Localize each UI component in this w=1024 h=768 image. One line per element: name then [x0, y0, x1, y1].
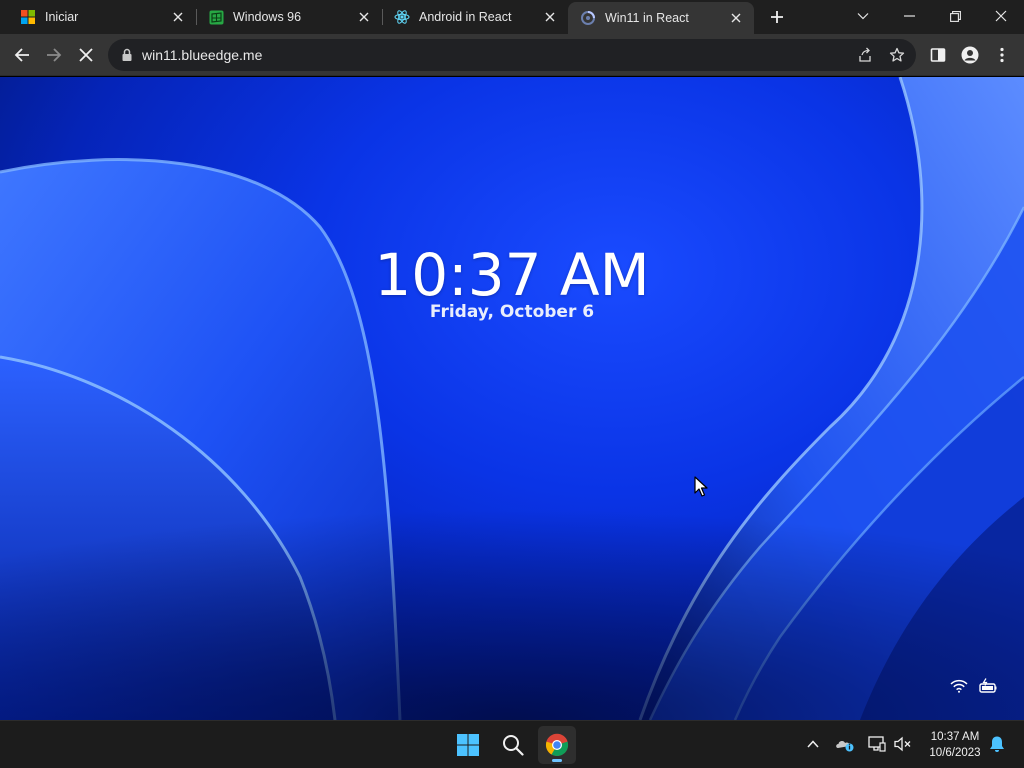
arrow-right-icon: [47, 48, 62, 62]
avatar-icon: [961, 46, 979, 64]
tab-windows-96[interactable]: Windows 96: [196, 0, 382, 34]
tab-title: Win11 in React: [605, 11, 689, 25]
onedrive-info-icon: [836, 741, 854, 752]
show-hidden-icons-button[interactable]: [802, 733, 824, 755]
battery-charging-icon: [977, 675, 999, 697]
chevron-up-icon: [807, 740, 819, 748]
react-icon: [394, 9, 410, 25]
windows96-icon: [208, 9, 224, 25]
close-icon[interactable]: [728, 10, 744, 26]
bloom-wallpaper: [0, 77, 1024, 720]
forward-button[interactable]: [40, 41, 68, 69]
stop-loading-button[interactable]: [72, 41, 100, 69]
chevron-down-icon: [857, 13, 869, 20]
taskbar-date: 10/6/2023: [929, 747, 981, 759]
close-icon[interactable]: [170, 9, 186, 25]
start-button[interactable]: [449, 726, 487, 764]
win11-lock-screen[interactable]: 10:37 AM Friday, October 6: [0, 77, 1024, 720]
tab-title: Iniciar: [45, 10, 79, 24]
close-icon: [79, 48, 93, 62]
close-window-button[interactable]: [978, 0, 1024, 32]
win11-taskbar: 10:37 AM 10/6/2023: [0, 720, 1024, 768]
taskbar-clock[interactable]: 10:37 AM 10/6/2023: [920, 729, 990, 761]
more-vertical-icon: [1000, 47, 1004, 63]
share-icon: [859, 47, 871, 62]
network-tray-button[interactable]: [866, 733, 888, 755]
chrome-icon: [545, 733, 569, 757]
volume-muted-icon: [894, 736, 911, 752]
close-icon[interactable]: [542, 9, 558, 25]
browser-tab-strip: Iniciar Windows 96 Android in React Win1…: [0, 0, 1024, 34]
close-icon[interactable]: [356, 9, 372, 25]
lock-screen-time: 10:37 AM: [374, 241, 650, 309]
restore-button[interactable]: [932, 0, 978, 32]
profile-button[interactable]: [956, 41, 984, 69]
volume-tray-button[interactable]: [892, 733, 914, 755]
windows-logo-icon: [20, 9, 36, 25]
browser-menu-button[interactable]: [988, 41, 1016, 69]
star-icon: [889, 47, 905, 62]
taskbar-time: 10:37 AM: [930, 731, 980, 743]
windows-start-icon: [457, 734, 479, 756]
address-url: win11.blueedge.me: [142, 47, 263, 63]
restore-icon: [949, 10, 961, 22]
tab-search-button[interactable]: [840, 0, 886, 32]
network-wired-icon: [868, 736, 886, 752]
notifications-button[interactable]: [986, 733, 1008, 755]
bookmark-button[interactable]: [886, 44, 908, 66]
search-button[interactable]: [494, 726, 532, 764]
mouse-cursor-icon: [694, 476, 708, 497]
minimize-icon: [903, 15, 915, 17]
side-panel-button[interactable]: [924, 41, 952, 69]
tab-title: Windows 96: [233, 10, 302, 24]
tab-win11-in-react[interactable]: Win11 in React: [568, 2, 754, 34]
taskbar-chrome-button[interactable]: [538, 726, 576, 764]
address-bar[interactable]: win11.blueedge.me: [108, 39, 916, 71]
active-app-indicator: [552, 759, 562, 762]
new-tab-button[interactable]: [764, 5, 790, 29]
share-button[interactable]: [854, 44, 876, 66]
lock-screen-date: Friday, October 6: [429, 302, 595, 322]
minimize-button[interactable]: [886, 0, 932, 32]
tab-android-in-react[interactable]: Android in React: [382, 0, 568, 34]
lock-icon: [122, 48, 132, 61]
plus-icon: [771, 11, 783, 23]
search-icon: [503, 735, 524, 756]
back-button[interactable]: [8, 41, 36, 69]
wifi-icon: [948, 675, 970, 697]
tab-title: Android in React: [419, 10, 512, 24]
bell-icon: [990, 736, 1004, 752]
tab-iniciar[interactable]: Iniciar: [8, 0, 196, 34]
win11-loading-icon: [580, 10, 596, 26]
arrow-left-icon: [14, 48, 29, 62]
side-panel-icon: [930, 48, 946, 62]
close-icon: [995, 10, 1007, 22]
browser-toolbar: win11.blueedge.me: [0, 34, 1024, 76]
onedrive-tray-button[interactable]: [834, 733, 856, 755]
